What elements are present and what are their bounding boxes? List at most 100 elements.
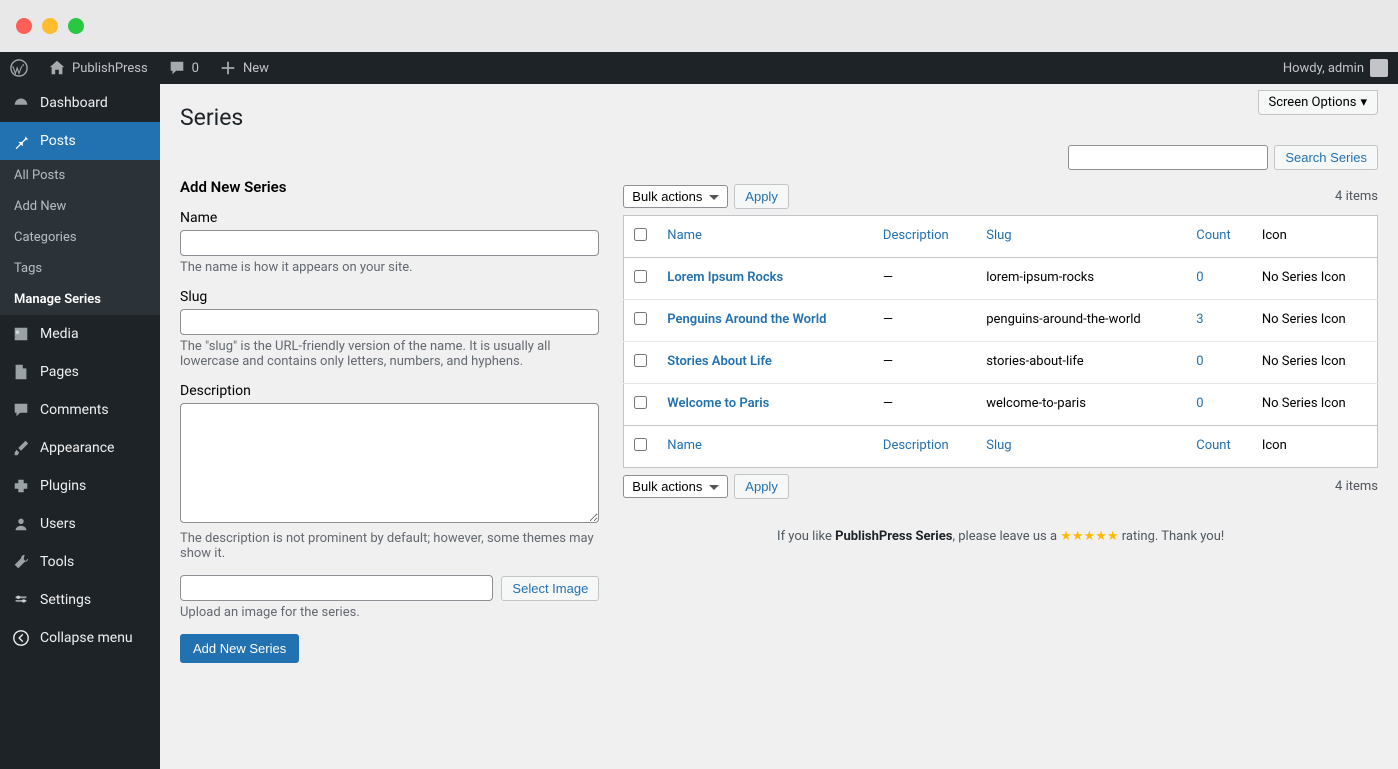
plugin-icon bbox=[12, 477, 30, 495]
bulk-actions-select-bottom[interactable]: Bulk actions bbox=[623, 475, 728, 498]
comments-link[interactable]: 0 bbox=[158, 52, 209, 84]
series-count-link[interactable]: 0 bbox=[1196, 270, 1203, 285]
col-name[interactable]: Name bbox=[657, 216, 873, 258]
dashboard-icon bbox=[12, 94, 30, 112]
new-content-link[interactable]: New bbox=[209, 52, 279, 84]
footer-suffix: rating. Thank you! bbox=[1119, 529, 1225, 544]
row-checkbox[interactable] bbox=[634, 270, 647, 283]
site-name: PublishPress bbox=[72, 61, 148, 76]
sidebar-item-appearance[interactable]: Appearance bbox=[0, 429, 160, 467]
row-checkbox[interactable] bbox=[634, 354, 647, 367]
submenu-add-new[interactable]: Add New bbox=[0, 191, 160, 222]
sidebar-item-pages[interactable]: Pages bbox=[0, 353, 160, 391]
item-count-top: 4 items bbox=[1335, 189, 1378, 204]
series-icon: No Series Icon bbox=[1252, 384, 1378, 426]
sidebar-collapse[interactable]: Collapse menu bbox=[0, 619, 160, 657]
window-minimize-button[interactable] bbox=[42, 18, 58, 34]
sidebar-label-pages: Pages bbox=[40, 364, 79, 380]
sidebar-label-plugins: Plugins bbox=[40, 478, 86, 494]
window-maximize-button[interactable] bbox=[68, 18, 84, 34]
search-button[interactable]: Search Series bbox=[1274, 145, 1378, 170]
chevron-down-icon: ▾ bbox=[1360, 95, 1367, 110]
add-new-series-heading: Add New Series bbox=[180, 178, 599, 196]
series-count-link[interactable]: 0 bbox=[1196, 396, 1203, 411]
sidebar-item-plugins[interactable]: Plugins bbox=[0, 467, 160, 505]
sidebar-label-tools: Tools bbox=[40, 554, 74, 570]
table-row: Penguins Around the World — penguins-aro… bbox=[624, 300, 1378, 342]
avatar-icon bbox=[1370, 59, 1388, 77]
row-checkbox[interactable] bbox=[634, 396, 647, 409]
description-textarea[interactable] bbox=[180, 403, 599, 523]
comments-icon bbox=[12, 401, 30, 419]
sidebar-item-comments[interactable]: Comments bbox=[0, 391, 160, 429]
image-path-input[interactable] bbox=[180, 575, 493, 601]
series-name-link[interactable]: Welcome to Paris bbox=[667, 396, 769, 411]
add-new-series-button[interactable]: Add New Series bbox=[180, 634, 299, 663]
series-description: — bbox=[873, 258, 976, 300]
col-slug[interactable]: Slug bbox=[976, 216, 1186, 258]
sidebar-item-dashboard[interactable]: Dashboard bbox=[0, 84, 160, 122]
series-name-link[interactable]: Penguins Around the World bbox=[667, 312, 826, 327]
col-icon-foot: Icon bbox=[1252, 426, 1378, 468]
media-icon bbox=[12, 325, 30, 343]
sidebar-item-posts[interactable]: Posts bbox=[0, 122, 160, 160]
sidebar-label-posts: Posts bbox=[40, 133, 76, 149]
sidebar-label-collapse: Collapse menu bbox=[40, 630, 133, 646]
description-description: The description is not prominent by defa… bbox=[180, 531, 599, 561]
col-description[interactable]: Description bbox=[873, 216, 976, 258]
col-count-foot[interactable]: Count bbox=[1186, 426, 1252, 468]
submenu-manage-series[interactable]: Manage Series bbox=[0, 284, 160, 315]
slug-input[interactable] bbox=[180, 309, 599, 335]
submenu-all-posts[interactable]: All Posts bbox=[0, 160, 160, 191]
sidebar-item-settings[interactable]: Settings bbox=[0, 581, 160, 619]
table-row: Stories About Life — stories-about-life … bbox=[624, 342, 1378, 384]
series-name-link[interactable]: Lorem Ipsum Rocks bbox=[667, 270, 783, 285]
sidebar-item-tools[interactable]: Tools bbox=[0, 543, 160, 581]
tools-icon bbox=[12, 553, 30, 571]
sidebar-label-users: Users bbox=[40, 516, 76, 532]
pin-icon bbox=[12, 132, 30, 150]
series-icon: No Series Icon bbox=[1252, 342, 1378, 384]
sidebar-item-users[interactable]: Users bbox=[0, 505, 160, 543]
series-name-link[interactable]: Stories About Life bbox=[667, 354, 772, 369]
submenu-categories[interactable]: Categories bbox=[0, 222, 160, 253]
slug-label: Slug bbox=[180, 289, 599, 305]
series-icon: No Series Icon bbox=[1252, 300, 1378, 342]
comment-count: 0 bbox=[192, 61, 199, 76]
collapse-icon bbox=[12, 629, 30, 647]
screen-options-button[interactable]: Screen Options ▾ bbox=[1258, 90, 1379, 115]
series-icon: No Series Icon bbox=[1252, 258, 1378, 300]
name-input[interactable] bbox=[180, 230, 599, 256]
account-link[interactable]: Howdy, admin bbox=[1273, 52, 1398, 84]
table-row: Welcome to Paris — welcome-to-paris 0 No… bbox=[624, 384, 1378, 426]
select-image-button[interactable]: Select Image bbox=[501, 576, 599, 601]
bulk-actions-select-top[interactable]: Bulk actions bbox=[623, 185, 728, 208]
apply-button-top[interactable]: Apply bbox=[734, 184, 789, 209]
admin-bar: PublishPress 0 New Howdy, admin bbox=[0, 52, 1398, 84]
wp-logo[interactable] bbox=[0, 52, 38, 84]
select-all-top[interactable] bbox=[634, 228, 647, 241]
plus-icon bbox=[219, 59, 237, 77]
col-description-foot[interactable]: Description bbox=[873, 426, 976, 468]
window-close-button[interactable] bbox=[16, 18, 32, 34]
site-name-link[interactable]: PublishPress bbox=[38, 52, 158, 84]
series-count-link[interactable]: 3 bbox=[1196, 312, 1203, 327]
apply-button-bottom[interactable]: Apply bbox=[734, 474, 789, 499]
slug-description: The "slug" is the URL-friendly version o… bbox=[180, 339, 599, 369]
sidebar-item-media[interactable]: Media bbox=[0, 315, 160, 353]
series-slug: lorem-ipsum-rocks bbox=[976, 258, 1186, 300]
wordpress-icon bbox=[10, 59, 28, 77]
footer-mid: , please leave us a bbox=[952, 529, 1060, 544]
select-all-bottom[interactable] bbox=[634, 438, 647, 451]
row-checkbox[interactable] bbox=[634, 312, 647, 325]
series-count-link[interactable]: 0 bbox=[1196, 354, 1203, 369]
description-label: Description bbox=[180, 383, 599, 399]
settings-icon bbox=[12, 591, 30, 609]
col-count[interactable]: Count bbox=[1186, 216, 1252, 258]
col-name-foot[interactable]: Name bbox=[657, 426, 873, 468]
col-slug-foot[interactable]: Slug bbox=[976, 426, 1186, 468]
search-input[interactable] bbox=[1068, 145, 1268, 170]
page-title: Series bbox=[180, 104, 1378, 131]
series-slug: welcome-to-paris bbox=[976, 384, 1186, 426]
submenu-tags[interactable]: Tags bbox=[0, 253, 160, 284]
